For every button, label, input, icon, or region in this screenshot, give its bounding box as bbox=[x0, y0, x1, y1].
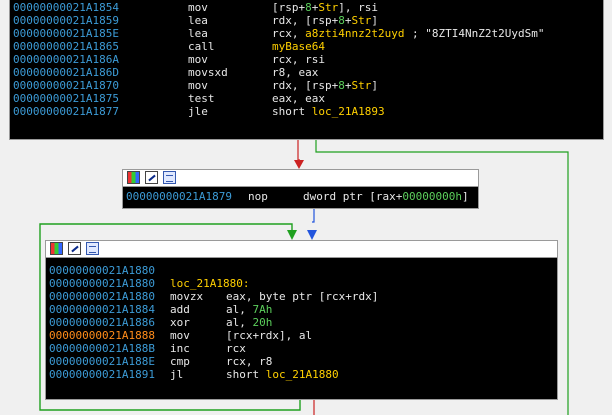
operands[interactable]: rdx, [rsp+8+Str] bbox=[272, 79, 378, 92]
mnemonic[interactable]: movzx bbox=[170, 290, 203, 303]
mnemonic[interactable]: nop bbox=[248, 190, 268, 203]
address[interactable]: 00000000021A1891 bbox=[49, 368, 155, 381]
disasm-line[interactable]: 00000000021A1854 mov [rsp+8+Str], rsi bbox=[10, 1, 603, 14]
mnemonic[interactable]: cmp bbox=[170, 355, 190, 368]
disasm-line[interactable]: 00000000021A1875 test eax, eax bbox=[10, 92, 603, 105]
mnemonic[interactable]: mov bbox=[170, 329, 190, 342]
operands[interactable]: short loc_21A1880 bbox=[226, 368, 339, 381]
code-block-2[interactable]: 00000000021A1879 nop dword ptr [rax+000000… bbox=[122, 169, 479, 209]
mnemonic[interactable]: lea bbox=[188, 27, 208, 40]
address[interactable]: 00000000021A1884 bbox=[49, 303, 155, 316]
mnemonic[interactable]: movsxd bbox=[188, 66, 228, 79]
block-header bbox=[123, 170, 478, 187]
disasm-line[interactable]: 00000000021A1859 lea rdx, [rsp+8+Str] bbox=[10, 14, 603, 27]
code-block-1[interactable]: 00000000021A1854 mov [rsp+8+Str], rsi 00000… bbox=[9, 0, 604, 140]
operands[interactable]: rcx, rsi bbox=[272, 53, 325, 66]
edge-arrow-blue bbox=[307, 230, 317, 240]
operands[interactable]: rcx, a8zti4nnz2t2uyd bbox=[272, 27, 404, 40]
operands[interactable]: r8, eax bbox=[272, 66, 318, 79]
mnemonic[interactable]: lea bbox=[188, 14, 208, 27]
address[interactable]: 00000000021A1877 bbox=[13, 105, 119, 118]
mnemonic[interactable]: jl bbox=[170, 368, 183, 381]
mnemonic[interactable]: mov bbox=[188, 79, 208, 92]
disasm-line[interactable]: 00000000021A1865 call myBase64 bbox=[10, 40, 603, 53]
mnemonic[interactable]: test bbox=[188, 92, 215, 105]
disasm-line[interactable]: 00000000021A188E cmp rcx, r8 bbox=[46, 355, 557, 368]
operands[interactable]: dword ptr [rax+00000000h] bbox=[303, 190, 469, 203]
address[interactable]: 00000000021A185E bbox=[13, 27, 119, 40]
address[interactable]: 00000000021A1880 bbox=[49, 277, 155, 290]
disasm-line[interactable]: 00000000021A1886 xor al, 20h bbox=[46, 316, 557, 329]
operands[interactable]: myBase64 bbox=[272, 40, 325, 53]
edit-pen-icon[interactable] bbox=[145, 171, 158, 184]
mnemonic[interactable]: xor bbox=[170, 316, 190, 329]
operands[interactable]: al, 7Ah bbox=[226, 303, 272, 316]
address[interactable]: 00000000021A1859 bbox=[13, 14, 119, 27]
edge-arrow-green bbox=[287, 230, 297, 240]
code-block-3[interactable]: 00000000021A1880 00000000021A1880 loc_21A1… bbox=[45, 240, 558, 400]
address[interactable]: 00000000021A1870 bbox=[13, 79, 119, 92]
disasm-line[interactable]: 00000000021A1880 bbox=[46, 264, 557, 277]
color-palette-icon[interactable] bbox=[127, 171, 140, 184]
operands[interactable]: rcx, r8 bbox=[226, 355, 272, 368]
disasm-line[interactable]: 00000000021A1879 nop dword ptr [rax+000000… bbox=[123, 190, 478, 203]
disasm-line[interactable]: 00000000021A1880 loc_21A1880: bbox=[46, 277, 557, 290]
address[interactable]: 00000000021A186D bbox=[13, 66, 119, 79]
operands[interactable]: al, 20h bbox=[226, 316, 272, 329]
operands[interactable]: eax, eax bbox=[272, 92, 325, 105]
operands[interactable]: rdx, [rsp+8+Str] bbox=[272, 14, 378, 27]
edit-pen-icon[interactable] bbox=[68, 242, 81, 255]
mnemonic[interactable]: inc bbox=[170, 342, 190, 355]
address[interactable]: 00000000021A1879 bbox=[126, 190, 232, 203]
disasm-line[interactable]: 00000000021A1870 mov rdx, [rsp+8+Str] bbox=[10, 79, 603, 92]
disasm-line[interactable]: 00000000021A185E lea rcx, a8zti4nnz2t2uyd;… bbox=[10, 27, 603, 40]
disasm-line[interactable]: 00000000021A1888 mov [rcx+rdx], al bbox=[46, 329, 557, 342]
address[interactable]: 00000000021A186A bbox=[13, 53, 119, 66]
address[interactable]: 00000000021A1880 bbox=[49, 264, 155, 277]
disasm-line[interactable]: 00000000021A186A mov rcx, rsi bbox=[10, 53, 603, 66]
address[interactable]: 00000000021A1854 bbox=[13, 1, 119, 14]
address[interactable]: 00000000021A188B bbox=[49, 342, 155, 355]
operands[interactable]: short loc_21A1893 bbox=[272, 105, 385, 118]
graph-view-icon[interactable] bbox=[163, 171, 176, 184]
color-palette-icon[interactable] bbox=[50, 242, 63, 255]
mnemonic[interactable]: mov bbox=[188, 53, 208, 66]
disasm-line[interactable]: 00000000021A1884 add al, 7Ah bbox=[46, 303, 557, 316]
mnemonic[interactable]: loc_21A1880: bbox=[170, 277, 249, 290]
operands[interactable]: rcx bbox=[226, 342, 246, 355]
mnemonic[interactable]: add bbox=[170, 303, 190, 316]
block-header bbox=[46, 241, 557, 258]
address[interactable]: 00000000021A1865 bbox=[13, 40, 119, 53]
disasm-line[interactable]: 00000000021A186D movsxd r8, eax bbox=[10, 66, 603, 79]
address[interactable]: 00000000021A1880 bbox=[49, 290, 155, 303]
disasm-line[interactable]: 00000000021A1880 movzx eax, byte ptr [rcx+… bbox=[46, 290, 557, 303]
address[interactable]: 00000000021A1888 bbox=[49, 329, 155, 342]
operands[interactable]: [rcx+rdx], al bbox=[226, 329, 312, 342]
comment: ; "8ZTI4NnZ2t2UydSm" bbox=[412, 27, 545, 40]
graph-view-icon[interactable] bbox=[86, 242, 99, 255]
edge-arrow-red bbox=[294, 160, 304, 169]
mnemonic[interactable]: jle bbox=[188, 105, 208, 118]
disasm-line[interactable]: 00000000021A188B inc rcx bbox=[46, 342, 557, 355]
operands[interactable]: eax, byte ptr [rcx+rdx] bbox=[226, 290, 378, 303]
disasm-line[interactable]: 00000000021A1877 jle short loc_21A1893 bbox=[10, 105, 603, 118]
disasm-line[interactable]: 00000000021A1891 jl short loc_21A1880 bbox=[46, 368, 557, 381]
address[interactable]: 00000000021A188E bbox=[49, 355, 155, 368]
operands[interactable]: [rsp+8+Str], rsi bbox=[272, 1, 378, 14]
address[interactable]: 00000000021A1875 bbox=[13, 92, 119, 105]
address[interactable]: 00000000021A1886 bbox=[49, 316, 155, 329]
mnemonic[interactable]: call bbox=[188, 40, 215, 53]
mnemonic[interactable]: mov bbox=[188, 1, 208, 14]
